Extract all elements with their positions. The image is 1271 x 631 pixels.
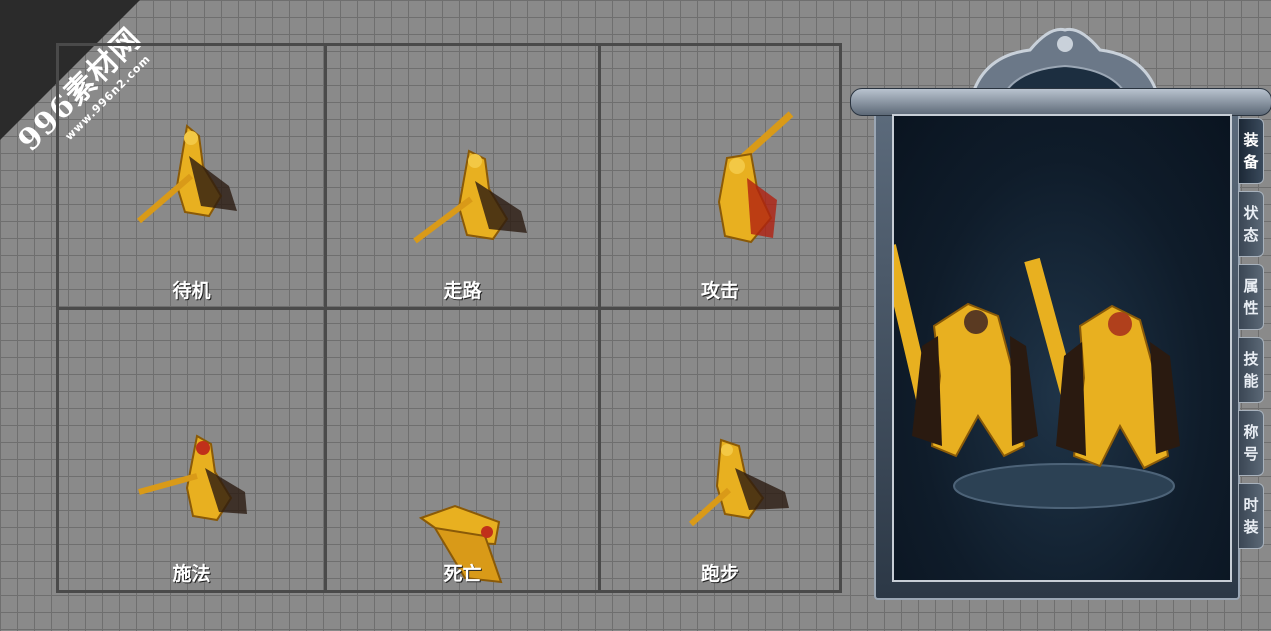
tab-titles[interactable]: 称 号 bbox=[1238, 410, 1264, 476]
tab-attributes[interactable]: 属 性 bbox=[1238, 264, 1264, 330]
panel-tabs: 装 备 状 态 属 性 技 能 称 号 时 装 bbox=[1238, 118, 1268, 556]
tab-skills-line1: 技 bbox=[1243, 350, 1259, 368]
tab-fashion-line1: 时 bbox=[1243, 496, 1259, 514]
tab-status-line1: 状 bbox=[1243, 204, 1259, 222]
anim-cell-death[interactable]: 死亡 bbox=[327, 310, 601, 590]
animation-grid: 待机 走路 攻击 施法 死亡 跑步 bbox=[56, 43, 842, 593]
tab-skills[interactable]: 技 能 bbox=[1238, 337, 1264, 403]
anim-cell-walk[interactable]: 走路 bbox=[327, 46, 601, 310]
tab-skills-line2: 能 bbox=[1243, 372, 1259, 390]
character-preview bbox=[880, 244, 1180, 509]
character-panel: 装 备 状 态 属 性 技 能 称 号 时 装 bbox=[850, 27, 1271, 602]
tab-fashion-line2: 装 bbox=[1243, 518, 1259, 536]
tab-status-line2: 态 bbox=[1243, 226, 1259, 244]
attack-sprite bbox=[717, 111, 794, 244]
tab-fashion[interactable]: 时 装 bbox=[1238, 483, 1264, 549]
tab-equipment[interactable]: 装 备 bbox=[1238, 118, 1264, 184]
tab-attributes-line1: 属 bbox=[1243, 277, 1259, 295]
panel-topbar bbox=[850, 88, 1271, 116]
anim-label-walk: 走路 bbox=[443, 280, 482, 302]
anim-cell-cast[interactable]: 施法 bbox=[59, 310, 327, 590]
tab-equipment-line1: 装 bbox=[1243, 131, 1259, 149]
cast-sprite bbox=[138, 434, 247, 522]
tab-titles-line2: 号 bbox=[1243, 445, 1259, 463]
tab-status[interactable]: 状 态 bbox=[1238, 191, 1264, 257]
tab-equipment-line2: 备 bbox=[1243, 153, 1259, 171]
anim-label-idle: 待机 bbox=[172, 280, 211, 302]
walk-sprite bbox=[413, 149, 527, 244]
anim-label-death: 死亡 bbox=[443, 563, 482, 585]
tab-attributes-line2: 性 bbox=[1243, 299, 1259, 317]
anim-cell-idle[interactable]: 待机 bbox=[59, 46, 327, 310]
anim-label-attack: 攻击 bbox=[700, 280, 739, 302]
anim-label-cast: 施法 bbox=[172, 563, 211, 585]
tab-titles-line1: 称 bbox=[1243, 423, 1259, 441]
idle-sprite bbox=[137, 124, 237, 224]
character-viewport bbox=[880, 114, 1232, 582]
anim-label-run: 跑步 bbox=[700, 563, 739, 585]
anim-cell-run[interactable]: 跑步 bbox=[601, 310, 839, 590]
anim-cell-attack[interactable]: 攻击 bbox=[601, 46, 839, 310]
run-sprite bbox=[689, 438, 789, 527]
